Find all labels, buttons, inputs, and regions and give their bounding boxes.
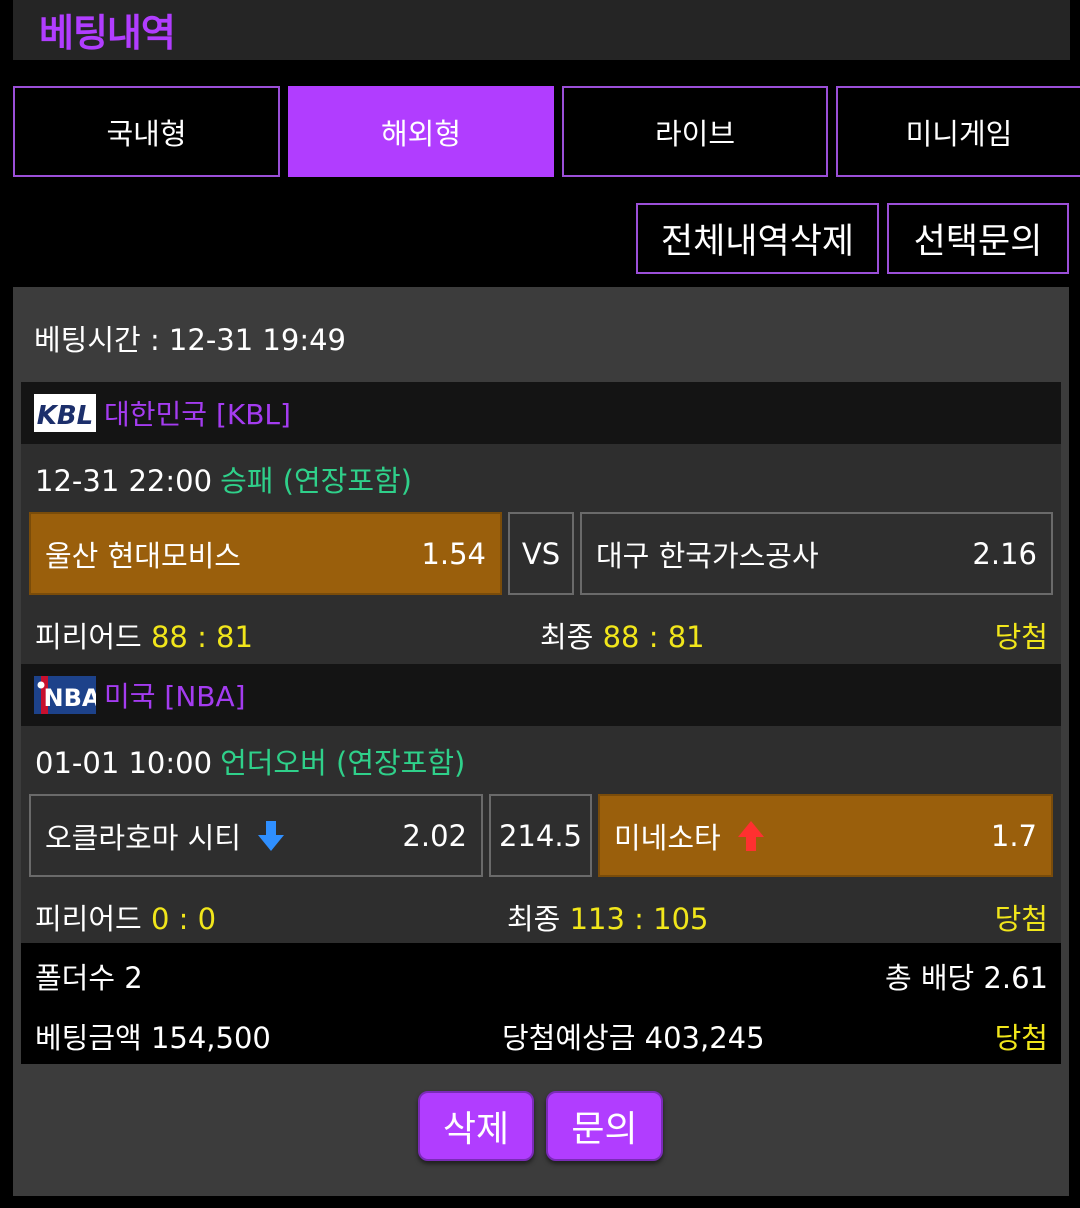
kbl-logo-icon: KBL [34, 394, 96, 432]
period-score: 피리어드 88 : 81 [35, 614, 253, 656]
final-score: 최종 88 : 81 [540, 614, 705, 656]
home-team-name: 울산 현대모비스 [45, 538, 241, 573]
game-result: 당첨 [994, 902, 1048, 936]
away-odd-button[interactable]: 대구 한국가스공사 2.16 [580, 512, 1053, 595]
home-odd-button[interactable]: 오클라호마 시티 2.02 [29, 794, 483, 877]
period-value: 88 : 81 [150, 620, 253, 654]
league-name: 대한민국 [KBL] [104, 398, 291, 431]
bet-time: 베팅시간 : 12-31 19:49 [34, 323, 346, 357]
home-odd-button[interactable]: 울산 현대모비스 1.54 [29, 512, 502, 595]
delete-button[interactable]: 삭제 [418, 1091, 534, 1161]
home-odds: 1.54 [421, 536, 486, 571]
inquire-selected-button[interactable]: 선택문의 [887, 203, 1069, 274]
title-bar: 베팅내역 [13, 0, 1070, 60]
tab-minigame[interactable]: 미니게임 [836, 86, 1080, 177]
bet-type: 승패 (연장포함) [220, 464, 412, 498]
page-title: 베팅내역 [39, 11, 176, 55]
tab-overseas[interactable]: 해외형 [288, 86, 554, 177]
arrow-down-icon [257, 820, 284, 851]
home-team-name: 오클라호마 시티 [45, 820, 241, 855]
period-value: 0 : 0 [150, 902, 217, 936]
bet-status: 당첨 [994, 1021, 1048, 1055]
final-value: 113 : 105 [569, 902, 709, 936]
final-label: 최종 [507, 902, 561, 936]
game-result: 당첨 [994, 620, 1048, 654]
folder-count: 폴더수 2 [35, 961, 143, 995]
bet-amount: 베팅금액 154,500 [35, 1021, 271, 1055]
delete-all-button[interactable]: 전체내역삭제 [636, 203, 879, 274]
home-odds: 2.02 [402, 818, 467, 853]
bet-type: 언더오버 (연장포함) [220, 746, 466, 780]
league-header: KBL 대한민국 [KBL] [21, 382, 1061, 444]
period-label: 피리어드 [35, 902, 142, 936]
arrow-up-icon [737, 820, 764, 851]
match-datetime: 01-01 10:00 [35, 746, 213, 780]
bet-summary: 폴더수 2 총 배당 2.61 베팅금액 154,500 당첨예상금 403,2… [21, 943, 1061, 1064]
final-score: 최종 113 : 105 [507, 896, 709, 938]
match-datetime: 12-31 22:00 [35, 464, 213, 498]
match-row: 12-31 22:00 승패 (연장포함) 울산 현대모비스 1.54 VS 대구… [21, 444, 1061, 664]
away-odds: 2.16 [972, 536, 1037, 571]
handicap-box: 214.5 [489, 794, 592, 877]
away-odd-button[interactable]: 미네소타 1.7 [598, 794, 1053, 877]
total-odds: 총 배당 2.61 [884, 961, 1048, 995]
away-team: 미네소타 [614, 815, 991, 857]
vs-box: VS [508, 512, 574, 595]
away-team-name: 대구 한국가스공사 [596, 538, 819, 573]
match-time: 01-01 10:00 언더오버 (연장포함) [35, 740, 465, 782]
match-row: 01-01 10:00 언더오버 (연장포함) 오클라호마 시티 2.02 214… [21, 726, 1061, 943]
expected-win: 당첨예상금 403,245 [502, 1021, 765, 1055]
league-name: 미국 [NBA] [104, 680, 246, 713]
league-header: NBA 미국 [NBA] [21, 664, 1061, 726]
away-odds: 1.7 [990, 818, 1037, 853]
score-line: 피리어드 88 : 81 최종 88 : 81 당첨 [21, 614, 1061, 654]
final-label: 최종 [540, 620, 594, 654]
period-score: 피리어드 0 : 0 [35, 896, 216, 938]
bet-history-card: 베팅시간 : 12-31 19:49 KBL 대한민국 [KBL] 12-31 … [13, 287, 1069, 1196]
svg-text:NBA: NBA [44, 684, 96, 712]
inquire-button[interactable]: 문의 [546, 1091, 663, 1161]
match-time: 12-31 22:00 승패 (연장포함) [35, 458, 412, 500]
score-line: 피리어드 0 : 0 최종 113 : 105 당첨 [21, 896, 1061, 936]
nba-logo-icon: NBA [34, 676, 96, 714]
away-team-name: 미네소타 [614, 820, 721, 855]
tab-live[interactable]: 라이브 [562, 86, 828, 177]
home-team: 오클라호마 시티 [45, 815, 402, 857]
period-label: 피리어드 [35, 620, 142, 654]
svg-text:KBL: KBL [37, 401, 94, 431]
final-value: 88 : 81 [602, 620, 705, 654]
tab-domestic[interactable]: 국내형 [13, 86, 280, 177]
